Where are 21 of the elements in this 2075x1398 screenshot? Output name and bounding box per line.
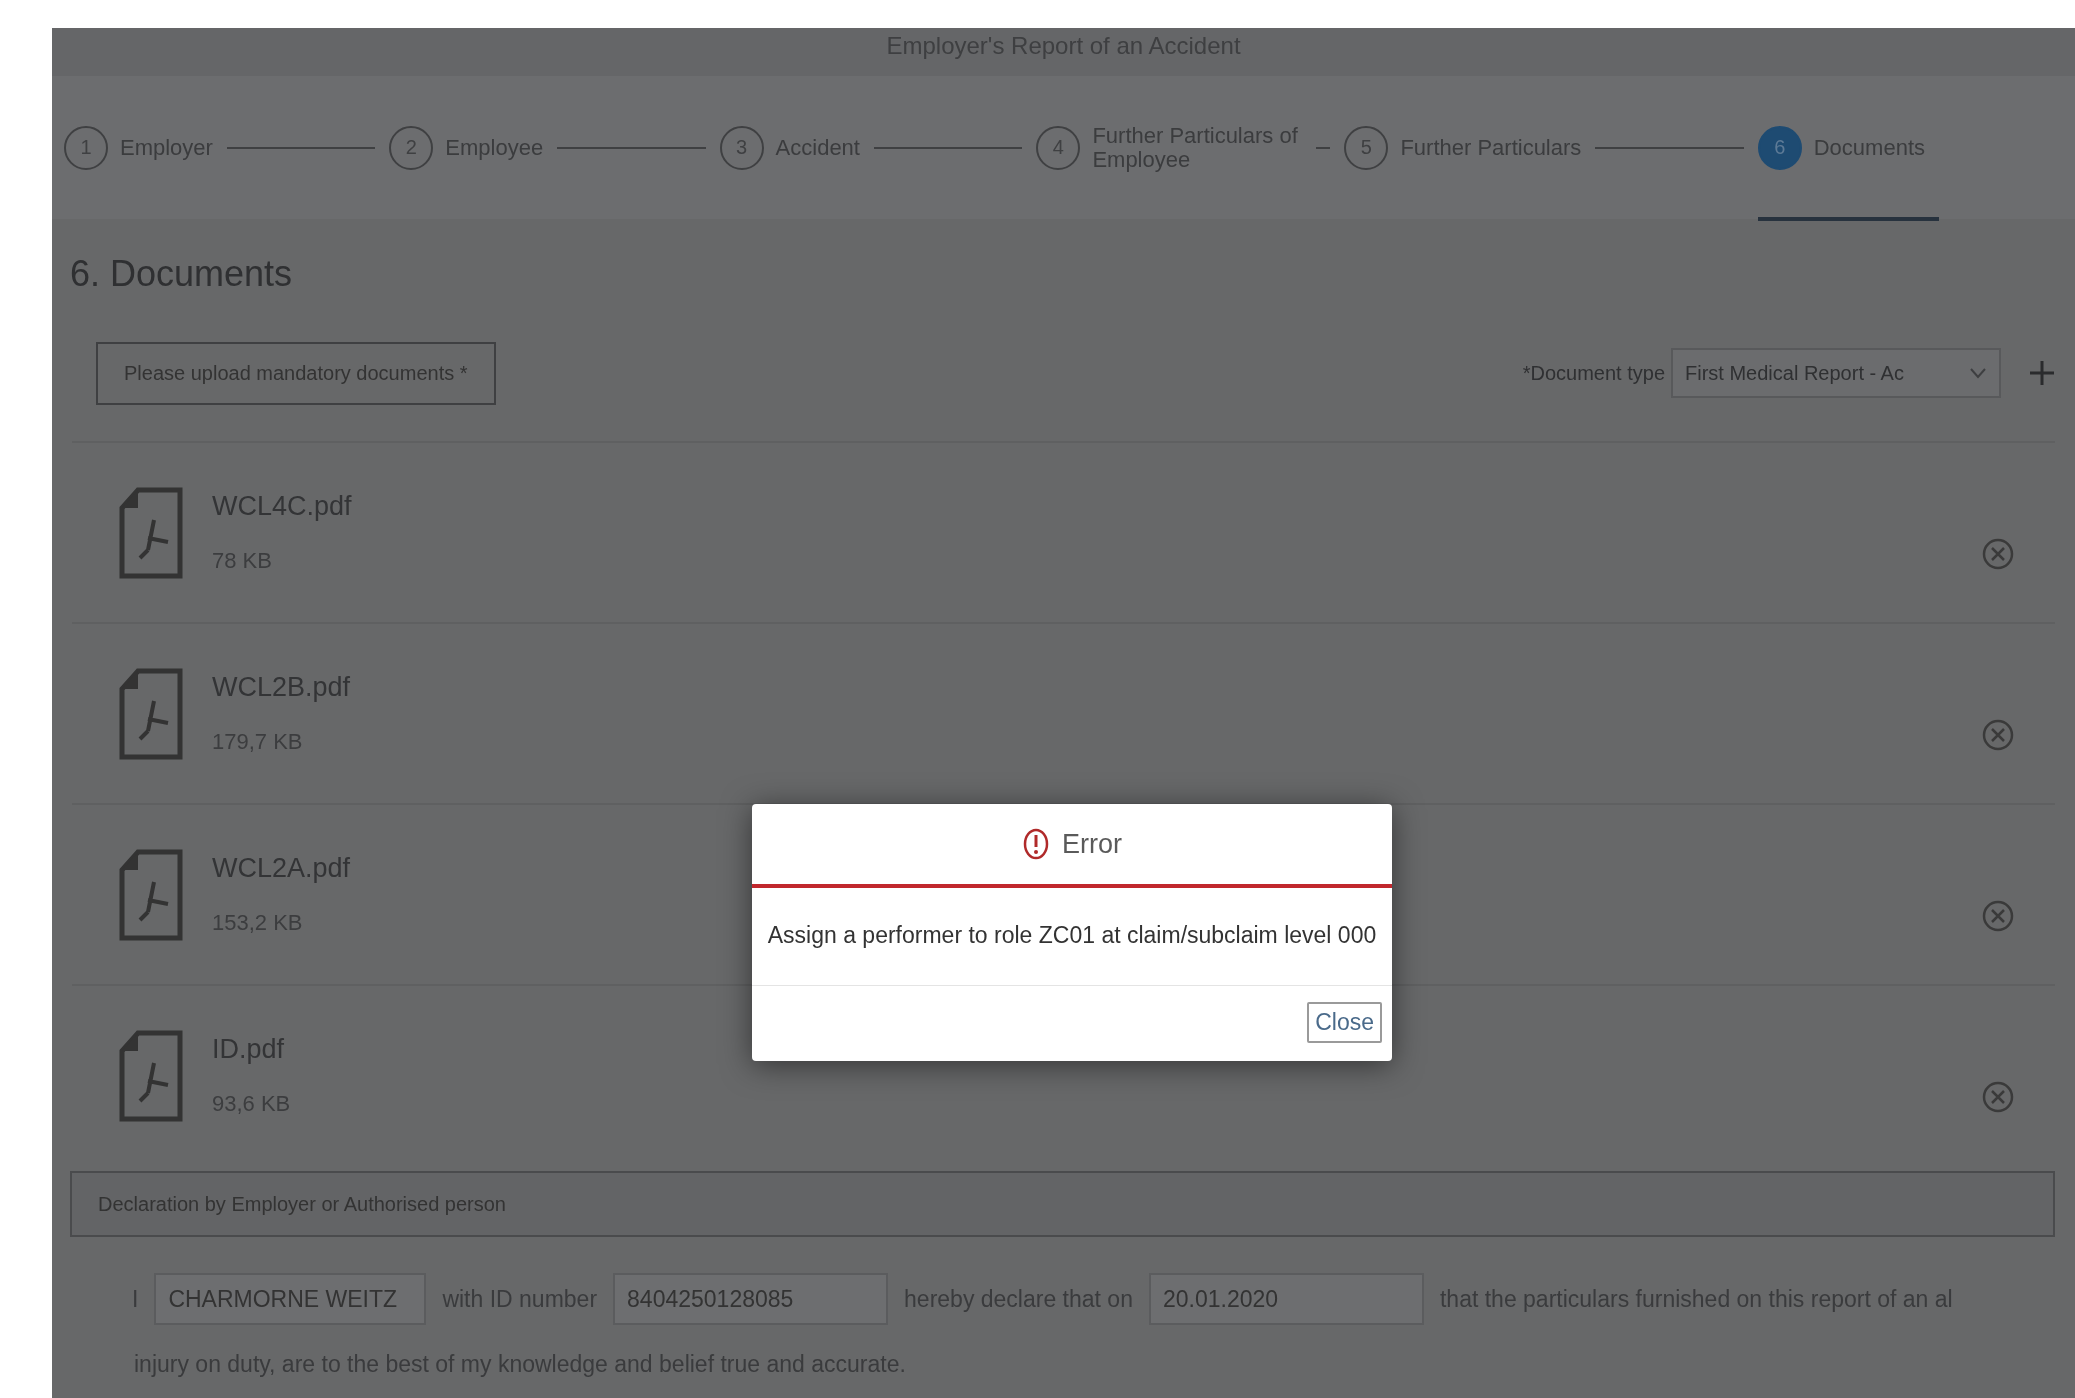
document-type-dropdown[interactable]: First Medical Report - Ac <box>1671 348 2001 398</box>
step-number[interactable]: 6 <box>1757 125 1802 170</box>
pdf-file-icon <box>118 1028 184 1123</box>
close-button[interactable]: Close <box>1307 1002 1382 1043</box>
name-field[interactable]: CHARMORNE WEITZ <box>154 1273 427 1325</box>
pdf-file-icon <box>118 485 184 580</box>
date-field[interactable]: 20.01.2020 <box>1148 1273 1424 1325</box>
error-icon <box>1022 827 1050 861</box>
remove-icon[interactable] <box>1981 898 2015 933</box>
pdf-file-icon <box>118 847 184 942</box>
document-type-label: *Document type <box>1522 361 1665 385</box>
pdf-file-icon <box>118 666 184 761</box>
add-icon[interactable] <box>2029 360 2055 386</box>
id-number-field[interactable]: 8404250128085 <box>613 1273 889 1325</box>
remove-icon[interactable] <box>1981 536 2015 571</box>
dialog-title: Error <box>1062 828 1122 860</box>
error-message: Assign a performer to role ZC01 at claim/subclaim level 000 <box>752 888 1392 986</box>
remove-icon[interactable] <box>1981 1079 2015 1114</box>
remove-icon[interactable] <box>1981 717 2015 752</box>
dropdown-caret-icon <box>1969 367 1987 379</box>
section-title: 6. Documents <box>69 252 294 296</box>
